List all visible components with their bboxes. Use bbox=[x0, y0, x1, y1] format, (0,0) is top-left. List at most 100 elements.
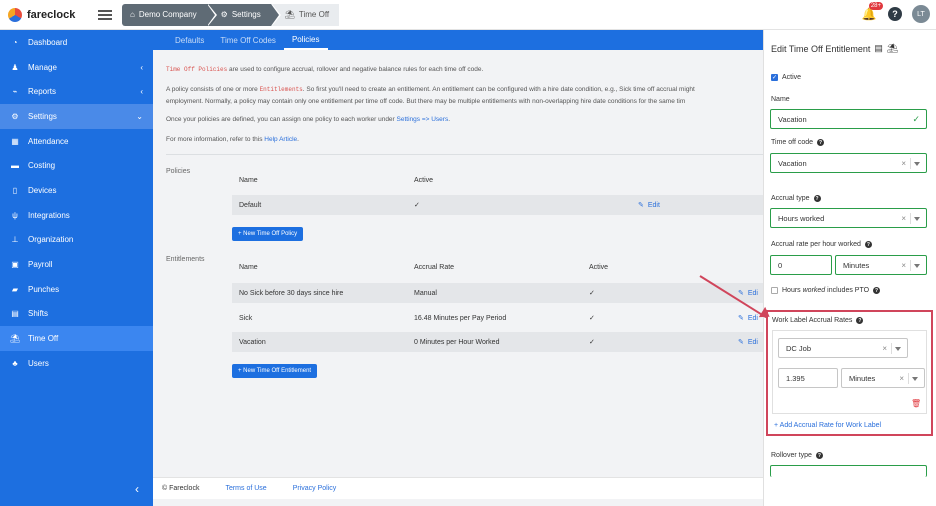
accrual-type-label: Accrual type? bbox=[771, 195, 821, 202]
help-icon[interactable]: ? bbox=[813, 195, 821, 202]
breadcrumb-label: Demo Company bbox=[138, 10, 197, 19]
active-checkbox[interactable]: ✓ Active bbox=[771, 74, 801, 81]
sidebar-item-dashboard[interactable]: ◔ Dashboard bbox=[0, 30, 153, 55]
entitlement-name: No Sick before 30 days since hire bbox=[239, 289, 344, 297]
pencil-icon: ✎ bbox=[738, 315, 744, 322]
tab-defaults[interactable]: Defaults bbox=[167, 30, 212, 50]
sidebar-item-shifts[interactable]: ▤ Shifts bbox=[0, 302, 153, 327]
top-bar: fareclock ⌂ Demo Company ⚙ Settings ⛱ Ti… bbox=[0, 0, 936, 30]
beach-umbrella-icon: ⛱ bbox=[284, 10, 295, 19]
entitlements-header-accrual-rate: Accrual Rate bbox=[414, 264, 455, 271]
gear-icon: ⚙ bbox=[11, 111, 19, 121]
privacy-policy-link[interactable]: Privacy Policy bbox=[293, 485, 337, 492]
sidebar-item-devices[interactable]: ▯ Devices bbox=[0, 178, 153, 203]
help-article-link[interactable]: Help Article bbox=[264, 136, 297, 143]
clear-icon[interactable]: × bbox=[882, 344, 887, 353]
new-time-off-policy-button[interactable]: + New Time Off Policy bbox=[232, 227, 304, 241]
entitlement-name: Sick bbox=[239, 314, 253, 322]
name-input[interactable]: Vacation ✓ bbox=[770, 109, 927, 129]
notifications-bell-icon[interactable]: 🔔 28+ bbox=[860, 2, 883, 23]
sidebar-collapse-icon[interactable]: ‹ bbox=[135, 482, 139, 496]
sidebar-item-label: Payroll bbox=[28, 260, 53, 270]
clear-icon[interactable]: × bbox=[899, 374, 904, 383]
new-time-off-entitlement-button[interactable]: + New Time Off Entitlement bbox=[232, 364, 318, 378]
work-label-rate-unit-select[interactable]: Minutes × bbox=[841, 368, 925, 388]
id-card-icon: ▤ bbox=[874, 43, 883, 53]
sidebar-item-label: Organization bbox=[28, 235, 74, 245]
sidebar-item-costing[interactable]: ▬ Costing bbox=[0, 153, 153, 178]
help-icon[interactable]: ? bbox=[815, 452, 823, 459]
clear-icon[interactable]: × bbox=[901, 159, 906, 168]
tab-policies[interactable]: Policies bbox=[283, 30, 328, 50]
user-avatar[interactable]: LT bbox=[912, 5, 930, 23]
edit-entitlement-link[interactable]: ✎ Edi bbox=[738, 338, 758, 347]
pencil-icon: ✎ bbox=[638, 202, 644, 209]
accrual-rate-input[interactable]: 0 bbox=[770, 255, 832, 275]
includes-pto-checkbox[interactable]: Hours worked includes PTO ? bbox=[771, 287, 881, 294]
entitlement-rate: 16.48 Minutes per Pay Period bbox=[414, 314, 507, 322]
check-icon: ✓ bbox=[589, 339, 595, 346]
settings-users-link[interactable]: Settings => Users bbox=[397, 116, 449, 123]
help-icon[interactable]: ? bbox=[873, 287, 881, 294]
sidebar-item-settings[interactable]: ⚙ Settings ⌄ bbox=[0, 104, 153, 129]
table-row: Sick 16.48 Minutes per Pay Period ✓ ✎ Edi bbox=[232, 308, 763, 328]
app-name: fareclock bbox=[27, 8, 76, 21]
check-icon: ✓ bbox=[589, 290, 595, 297]
tab-time-off-codes[interactable]: Time Off Codes bbox=[212, 30, 284, 50]
plug-icon: ψ bbox=[12, 210, 18, 220]
help-icon[interactable]: ? bbox=[888, 7, 902, 21]
edit-policy-link[interactable]: ✎ Edit bbox=[638, 201, 660, 210]
divider bbox=[166, 154, 763, 155]
hamburger-menu-icon[interactable] bbox=[98, 9, 112, 20]
sidebar-item-reports[interactable]: ⌁ Reports ‹ bbox=[0, 79, 153, 104]
edit-entitlement-link[interactable]: ✎ Edi bbox=[738, 314, 758, 323]
work-label-rate-input[interactable]: 1.395 bbox=[778, 368, 838, 388]
breadcrumb-item-company[interactable]: ⌂ Demo Company bbox=[122, 3, 217, 26]
policy-name: Default bbox=[239, 201, 262, 209]
time-off-code-select[interactable]: Vacation × bbox=[770, 153, 927, 173]
help-icon[interactable]: ? bbox=[856, 317, 864, 324]
sidebar-item-payroll[interactable]: ▣ Payroll bbox=[0, 252, 153, 277]
accrual-rate-unit-select[interactable]: Minutes × bbox=[835, 255, 927, 275]
clear-icon[interactable]: × bbox=[901, 214, 906, 223]
sidebar-item-label: Devices bbox=[28, 185, 57, 195]
sidebar-item-integrations[interactable]: ψ Integrations bbox=[0, 203, 153, 228]
clear-icon[interactable]: × bbox=[901, 261, 906, 270]
help-icon[interactable]: ? bbox=[864, 241, 872, 248]
work-label-accrual-rates-label: Work Label Accrual Rates? bbox=[772, 317, 864, 324]
caret-down-icon bbox=[914, 217, 920, 221]
person-icon: ♟ bbox=[11, 62, 19, 72]
home-icon: ⌂ bbox=[130, 10, 135, 19]
sidebar-item-organization[interactable]: ⊥ Organization bbox=[0, 228, 153, 253]
sidebar-item-attendance[interactable]: ▦ Attendance bbox=[0, 129, 153, 154]
sidebar-item-punches[interactable]: ▰ Punches bbox=[0, 277, 153, 302]
add-work-label-rate-link[interactable]: + Add Accrual Rate for Work Label bbox=[774, 422, 881, 429]
policies-section-label: Policies bbox=[166, 168, 191, 175]
chevron-down-icon: ⌄ bbox=[136, 111, 143, 121]
work-label-rate-card: DC Job × 1.395 Minutes × 🗑 bbox=[772, 330, 927, 414]
rollover-type-select[interactable] bbox=[770, 465, 927, 477]
sidebar-item-label: Attendance bbox=[28, 136, 69, 146]
panel-title: Edit Time Off Entitlement ▤ ⛱ bbox=[771, 43, 899, 54]
briefcase-icon: ▤ bbox=[11, 309, 19, 319]
pencil-icon: ✎ bbox=[738, 339, 744, 346]
gear-icon: ⚙ bbox=[220, 10, 228, 19]
help-icon[interactable]: ? bbox=[817, 139, 825, 146]
app-logo[interactable]: fareclock bbox=[8, 7, 86, 22]
checkbox-unchecked-icon bbox=[771, 287, 778, 294]
trash-icon[interactable]: 🗑 bbox=[911, 399, 921, 408]
terms-of-use-link[interactable]: Terms of Use bbox=[225, 485, 266, 492]
sidebar-item-manage[interactable]: ♟ Manage ‹ bbox=[0, 55, 153, 80]
accrual-type-select[interactable]: Hours worked × bbox=[770, 208, 927, 228]
sidebar-item-label: Shifts bbox=[28, 309, 49, 319]
sidebar-item-users[interactable]: ♣ Users bbox=[0, 351, 153, 376]
caret-down-icon bbox=[895, 347, 901, 351]
edit-entitlement-link[interactable]: ✎ Edi bbox=[738, 289, 758, 298]
sidebar-item-time-off[interactable]: ⛱ Time Off bbox=[0, 326, 153, 351]
fareclock-logo-icon bbox=[8, 7, 22, 22]
main-content: Defaults Time Off Codes Policies Time Of… bbox=[153, 30, 763, 506]
caret-down-icon bbox=[912, 377, 918, 381]
rollover-type-label: Rollover type? bbox=[771, 452, 823, 459]
breadcrumb-item-time-off: ⛱ Time Off bbox=[270, 3, 340, 26]
work-label-select[interactable]: DC Job × bbox=[778, 338, 908, 358]
